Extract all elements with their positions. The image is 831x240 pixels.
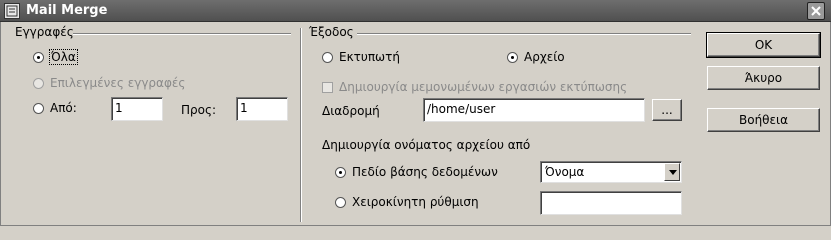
to-label: Προς: <box>181 103 217 117</box>
output-group-line <box>357 33 691 35</box>
single-jobs-checkbox[interactable]: Δημιουργία μεμονωμένων εργασιών εκτύπωση… <box>322 79 627 95</box>
window-title: Mail Merge <box>26 3 108 18</box>
radio-printer-indicator[interactable] <box>322 51 333 63</box>
dialog-body: Εγγραφές Όλα Επιλεγμένες εγγραφές Από: 1… <box>0 22 831 226</box>
radio-from[interactable]: Από: <box>33 100 77 116</box>
group-separator <box>300 28 302 222</box>
radio-database-field[interactable]: Πεδίο βάσης δεδομένων <box>335 164 498 180</box>
radio-printer[interactable]: Εκτυπωτή <box>322 49 400 65</box>
close-button[interactable] <box>807 2 825 20</box>
radio-all-indicator[interactable] <box>33 51 44 63</box>
records-group-line <box>73 33 291 35</box>
browse-button[interactable]: ... <box>652 99 682 121</box>
radio-manual-indicator[interactable] <box>335 196 346 208</box>
records-group-title: Εγγραφές <box>15 25 74 39</box>
chevron-down-icon[interactable] <box>664 163 680 181</box>
manual-input[interactable] <box>540 191 682 215</box>
database-field-value: Όνομα <box>545 165 585 179</box>
radio-file[interactable]: Αρχείο <box>507 49 565 65</box>
radio-manual[interactable]: Χειροκίνητη ρύθμιση <box>335 194 479 210</box>
help-button[interactable]: Βοήθεια <box>707 108 820 132</box>
radio-selected-records-indicator[interactable] <box>33 77 44 89</box>
radio-database-field-indicator[interactable] <box>335 166 346 178</box>
radio-from-indicator[interactable] <box>33 102 44 114</box>
output-group-title: Έξοδος <box>309 25 354 39</box>
to-input[interactable]: 1 <box>236 97 288 121</box>
path-input[interactable]: /home/user <box>423 98 645 122</box>
radio-file-indicator[interactable] <box>507 51 518 63</box>
title-bar[interactable]: Mail Merge <box>0 0 831 22</box>
radio-printer-label: Εκτυπωτή <box>339 50 400 64</box>
radio-database-field-label: Πεδίο βάσης δεδομένων <box>352 165 498 179</box>
app-icon <box>4 3 20 19</box>
radio-file-label: Αρχείο <box>524 50 565 64</box>
filename-from-label: Δημιουργία ονόματος αρχείου από <box>322 138 531 152</box>
radio-selected-records[interactable]: Επιλεγμένες εγγραφές <box>33 75 185 91</box>
radio-manual-label: Χειροκίνητη ρύθμιση <box>352 195 479 209</box>
close-icon <box>811 6 821 16</box>
single-jobs-label: Δημιουργία μεμονωμένων εργασιών εκτύπωση… <box>339 80 628 94</box>
cancel-button[interactable]: Άκυρο <box>707 66 820 90</box>
radio-all[interactable]: Όλα <box>33 49 78 65</box>
database-field-select[interactable]: Όνομα <box>540 161 682 183</box>
single-jobs-checkbox-box[interactable] <box>322 81 333 93</box>
path-label: Διαδρομή <box>322 104 380 118</box>
radio-selected-records-label: Επιλεγμένες εγγραφές <box>50 76 186 90</box>
ok-button[interactable]: ΟΚ <box>706 32 821 58</box>
radio-from-label: Από: <box>50 101 77 115</box>
radio-all-label: Όλα <box>49 49 78 65</box>
from-input[interactable]: 1 <box>111 97 163 121</box>
